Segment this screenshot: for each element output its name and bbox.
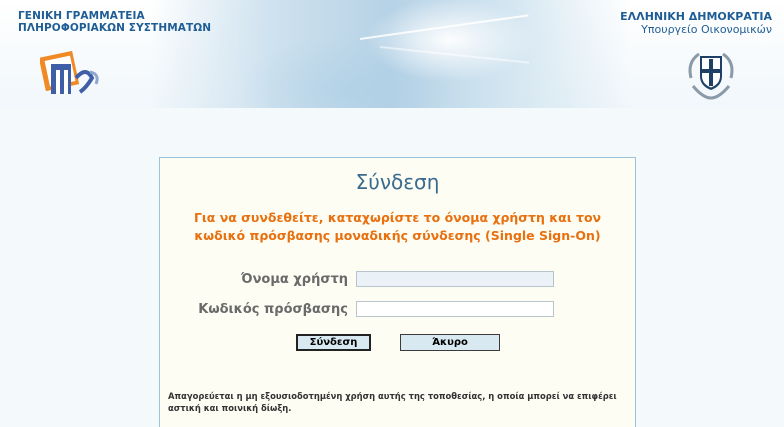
- password-input[interactable]: [356, 301, 554, 317]
- login-panel: Σύνδεση Για να συνδεθείτε, καταχωρίστε τ…: [159, 157, 636, 427]
- warning-line1: Απαγορεύεται η μη εξουσιοδοτημένη χρήση …: [168, 391, 617, 401]
- login-instructions: Για να συνδεθείτε, καταχωρίστε το όνομα …: [160, 209, 635, 245]
- government-title: ΕΛΛΗΝΙΚΗ ΔΗΜΟΚΡΑΤΙΑ Υπουργείο Οικονομικώ…: [620, 10, 772, 36]
- cancel-button[interactable]: Άκυρο: [400, 334, 500, 351]
- unauthorized-use-warning: Απαγορεύεται η μη εξουσιοδοτημένη χρήση …: [168, 390, 628, 414]
- page-header: ΓΕΝΙΚΗ ΓΡΑΜΜΑΤΕΙΑ ΠΛΗΡΟΦΟΡΙΑΚΩΝ ΣΥΣΤΗΜΑΤ…: [0, 0, 784, 108]
- government-title-line2: Υπουργείο Οικονομικών: [641, 23, 772, 36]
- greek-coat-of-arms-icon: [688, 52, 734, 100]
- login-title: Σύνδεση: [355, 170, 440, 194]
- header-background-art: [150, 0, 630, 108]
- gsis-title-line1: ΓΕΝΙΚΗ ΓΡΑΜΜΑΤΕΙΑ: [18, 10, 145, 22]
- warning-line2: αστική και ποινική δίωξη.: [168, 403, 292, 413]
- login-button[interactable]: Σύνδεση: [296, 334, 371, 351]
- username-input[interactable]: [356, 271, 554, 287]
- username-label: Όνομα χρήστη: [240, 272, 348, 287]
- gsis-title: ΓΕΝΙΚΗ ΓΡΑΜΜΑΤΕΙΑ ΠΛΗΡΟΦΟΡΙΑΚΩΝ ΣΥΣΤΗΜΑΤ…: [18, 10, 211, 34]
- instructions-line1: Για να συνδεθείτε, καταχωρίστε το όνομα …: [193, 210, 602, 225]
- gsis-logo-icon: [40, 50, 99, 94]
- instructions-line2: κωδικό πρόσβασης μοναδικής σύνδεσης (Sin…: [194, 228, 601, 243]
- government-title-line1: ΕΛΛΗΝΙΚΗ ΔΗΜΟΚΡΑΤΙΑ: [620, 10, 772, 23]
- gsis-title-line2: ΠΛΗΡΟΦΟΡΙΑΚΩΝ ΣΥΣΤΗΜΑΤΩΝ: [18, 22, 212, 34]
- password-label: Κωδικός πρόσβασης: [198, 302, 348, 317]
